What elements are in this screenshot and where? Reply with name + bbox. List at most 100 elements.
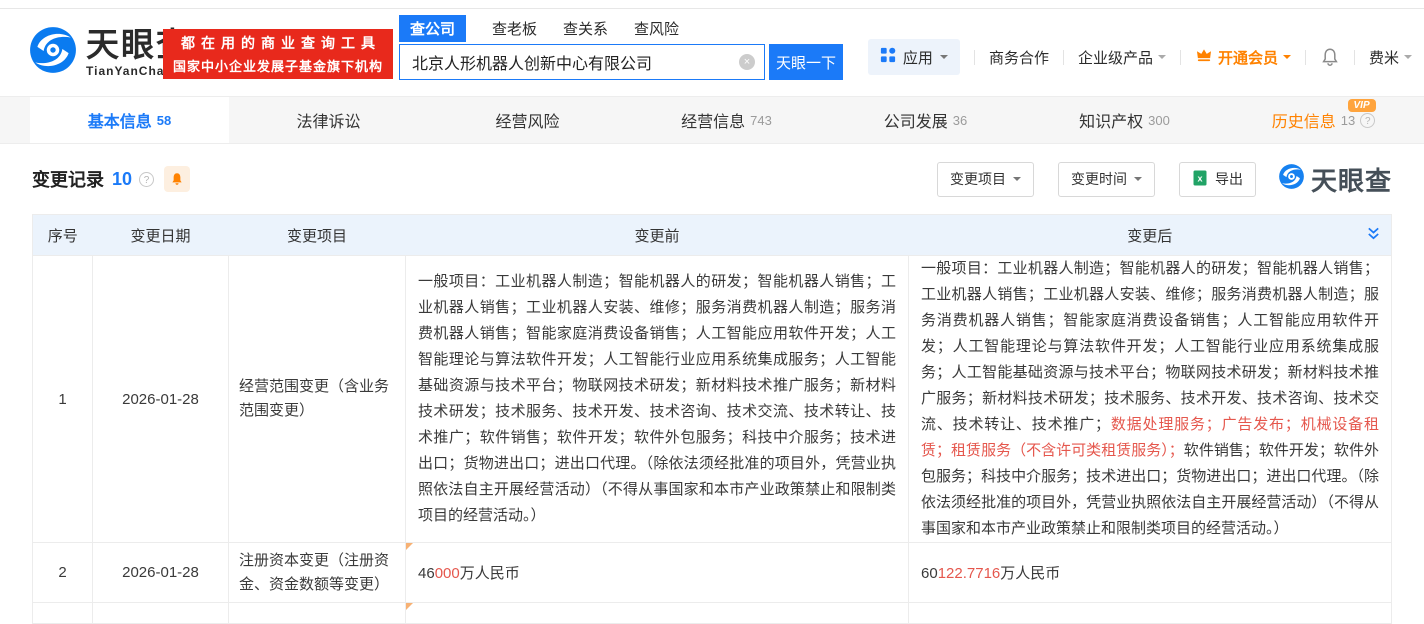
nav-divider: [973, 49, 975, 65]
change-after: 一般项目：工业机器人制造；智能机器人的研发；智能机器人销售；工业机器人销售；工业…: [908, 255, 1392, 543]
search-tab-boss[interactable]: 查老板: [492, 18, 537, 39]
tab-label: 公司发展: [883, 114, 948, 131]
subscribe-bell-button[interactable]: [164, 166, 191, 192]
watermark-text: 天眼查: [1310, 165, 1392, 196]
username: 费米: [1368, 49, 1399, 67]
top-divider: [0, 8, 1424, 9]
change-before: [405, 602, 909, 624]
search-input[interactable]: [399, 44, 765, 80]
row-index: [32, 602, 93, 624]
app-grid-icon: [880, 47, 896, 67]
export-button[interactable]: x 导出: [1178, 161, 1256, 197]
tab-count: 300: [1148, 112, 1170, 128]
chevron-down-icon: [1404, 55, 1412, 63]
tab-basic-info[interactable]: 基本信息 58: [30, 97, 229, 143]
tab-count: 36: [952, 112, 968, 128]
tab-company-development[interactable]: 公司发展 36: [826, 97, 1025, 143]
col-header-date: 变更日期: [92, 214, 229, 256]
section-count: 10: [112, 168, 133, 189]
filter-change-project-button[interactable]: 变更项目: [936, 161, 1034, 197]
tianyancha-swirl-icon: [1278, 163, 1305, 195]
question-icon[interactable]: ?: [1360, 112, 1376, 128]
table-row: 2 2026-01-28 注册资本变更（注册资金、资金数额等变更） 46000万…: [32, 542, 1392, 603]
table-row-clipped: [32, 602, 1392, 624]
question-icon[interactable]: ?: [139, 171, 155, 187]
nav-open-vip-label: 开通会员: [1217, 49, 1278, 67]
nav-enterprise[interactable]: 企业级产品: [1078, 47, 1166, 68]
tab-label: 知识产权: [1079, 114, 1144, 131]
bell-icon: [172, 173, 182, 185]
nav-cooperation[interactable]: 商务合作: [989, 47, 1049, 68]
search-button[interactable]: 天眼一下: [769, 44, 843, 80]
chevron-down-icon: [1012, 177, 1021, 185]
search-tab-company[interactable]: 查公司: [399, 15, 467, 42]
table-row: 1 2026-01-28 经营范围变更（含业务范围变更） 一般项目：工业机器人制…: [32, 255, 1392, 543]
tianyancha-swirl-icon: [28, 25, 78, 80]
col-header-item: 变更项目: [228, 214, 406, 256]
change-date: [92, 602, 229, 624]
collapse-double-chevron-icon[interactable]: [1366, 226, 1381, 245]
row-index: 1: [32, 255, 93, 543]
change-item: [228, 602, 406, 624]
tab-operating-info[interactable]: 经营信息 743: [627, 97, 826, 143]
nav-divider: [1353, 49, 1355, 65]
change-record-table: 序号 变更日期 变更项目 变更前 变更后 1 2026-01-28 经营范围变更…: [32, 214, 1392, 624]
search-tab-risk[interactable]: 查风险: [634, 18, 679, 39]
col-header-index: 序号: [32, 214, 93, 256]
vip-crown-icon: [1195, 46, 1213, 68]
search-area: 查公司 查老板 查关系 查风险 × 天眼一下: [399, 15, 845, 80]
table-header-row: 序号 变更日期 变更项目 变更前 变更后: [32, 214, 1392, 256]
nav-divider: [1062, 49, 1064, 65]
tianyancha-watermark: 天眼查: [1278, 161, 1392, 198]
col-header-after-label: 变更后: [1127, 227, 1173, 245]
chevron-down-icon: [1133, 177, 1142, 185]
tab-history-info[interactable]: VIP 历史信息 13 ?: [1224, 97, 1423, 143]
promo-line1: 都在用的商业查询工具: [181, 35, 381, 51]
nav-divider: [1304, 49, 1306, 65]
filter-change-project-label: 变更项目: [949, 171, 1006, 187]
tab-operating-risk[interactable]: 经营风险: [428, 97, 627, 143]
tab-count: 13: [1340, 112, 1356, 128]
change-after: [908, 602, 1392, 624]
excel-icon: x: [1192, 170, 1208, 189]
tab-label: 经营风险: [495, 114, 560, 131]
col-header-after: 变更后: [908, 214, 1392, 256]
tab-label: 经营信息: [681, 114, 746, 131]
tab-label: 基本信息: [87, 114, 152, 131]
vip-badge: VIP: [1347, 99, 1376, 112]
filter-change-time-button[interactable]: 变更时间: [1057, 161, 1155, 197]
change-item: 注册资本变更（注册资金、资金数额等变更）: [228, 542, 406, 603]
change-record-header: 变更记录 10 ? 变更项目 变更时间 x 导出 天眼查: [32, 160, 1392, 198]
change-date: 2026-01-28: [92, 255, 229, 543]
tab-legal[interactable]: 法律诉讼: [229, 97, 428, 143]
search-type-tabs: 查公司 查老板 查关系 查风险: [399, 15, 845, 42]
apps-menu[interactable]: 应用: [867, 39, 960, 75]
svg-text:x: x: [1197, 173, 1202, 183]
nav-divider: [1179, 49, 1181, 65]
change-date: 2026-01-28: [92, 542, 229, 603]
promo-banner[interactable]: 都在用的商业查询工具 国家中小企业发展子基金旗下机构: [163, 29, 393, 79]
col-header-before: 变更前: [405, 214, 909, 256]
chevron-down-icon: [939, 55, 948, 63]
nav-enterprise-label: 企业级产品: [1077, 49, 1153, 67]
tab-label: 历史信息: [1271, 114, 1336, 131]
change-before: 一般项目：工业机器人制造；智能机器人的研发；智能机器人销售；工业机器人销售；工业…: [405, 255, 909, 543]
change-before: 46000万人民币: [405, 542, 909, 603]
header-nav: 应用 商务合作 企业级产品 开通会员 费米: [867, 39, 1412, 75]
tab-label: 法律诉讼: [296, 114, 361, 131]
clear-icon[interactable]: ×: [739, 54, 755, 70]
promo-line2: 国家中小企业发展子基金旗下机构: [172, 59, 383, 74]
user-menu[interactable]: 费米: [1369, 47, 1412, 68]
search-tab-relation[interactable]: 查关系: [563, 18, 608, 39]
filter-change-time-label: 变更时间: [1070, 171, 1127, 187]
notification-bell[interactable]: [1320, 47, 1340, 67]
export-label: 导出: [1214, 171, 1243, 187]
chevron-down-icon: [1157, 55, 1166, 63]
apps-label: 应用: [902, 49, 933, 67]
tab-count: 743: [750, 112, 772, 128]
tab-intellectual-property[interactable]: 知识产权 300: [1025, 97, 1224, 143]
chevron-down-icon: [1282, 55, 1291, 63]
change-after: 60122.7716万人民币: [908, 542, 1392, 603]
company-tabbar: 基本信息 58 法律诉讼 经营风险 经营信息 743 公司发展 36 知识产权 …: [0, 96, 1424, 144]
nav-open-vip[interactable]: 开通会员: [1195, 46, 1291, 68]
